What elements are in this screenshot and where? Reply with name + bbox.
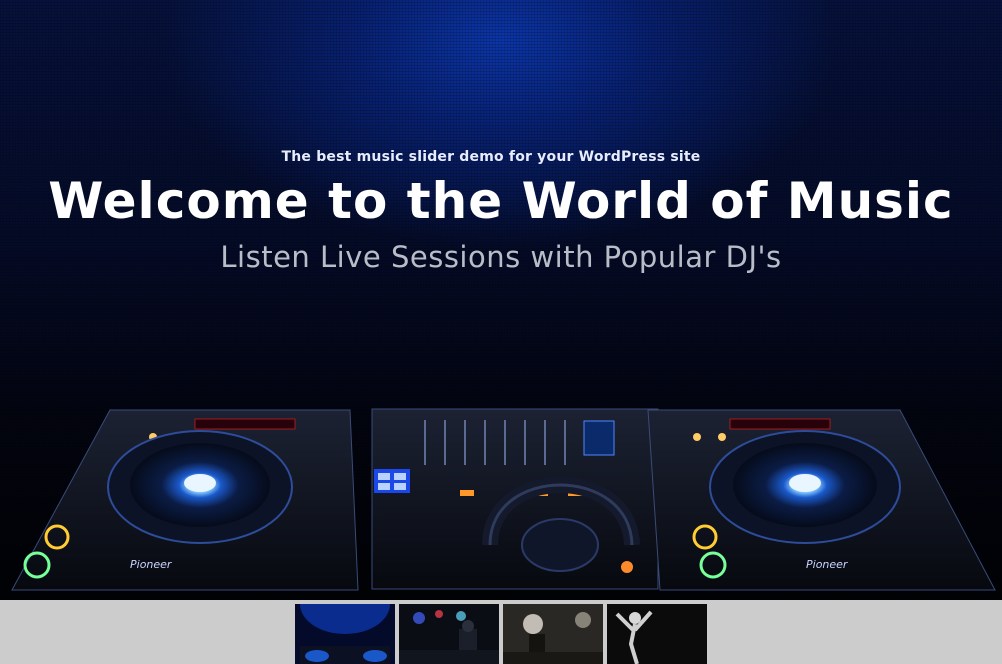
slider-headline: Welcome to the World of Music (48, 172, 954, 230)
thumbnail-dj-live-stage[interactable] (399, 604, 499, 664)
hero-slider[interactable]: The best music slider demo for your Word… (0, 0, 1002, 600)
thumbnail-dj-crowd[interactable] (503, 604, 603, 664)
thumbnail-strip (295, 604, 707, 664)
mixer (371, 408, 659, 590)
right-deck-brand: Pioneer (806, 558, 849, 571)
slider-kicker: The best music slider demo for your Word… (281, 149, 701, 165)
thumbnail-dancer[interactable] (607, 604, 707, 664)
left-deck-brand: Pioneer (130, 558, 173, 571)
slider-subheadline: Listen Live Sessions with Popular DJ's (220, 240, 782, 274)
dj-decks-image: Pioneer Pioneer (11, 408, 996, 591)
right-cdj-deck: Pioneer (647, 409, 996, 591)
left-cdj-deck: Pioneer (11, 409, 359, 591)
thumbnail-dj-decks[interactable] (295, 604, 395, 664)
